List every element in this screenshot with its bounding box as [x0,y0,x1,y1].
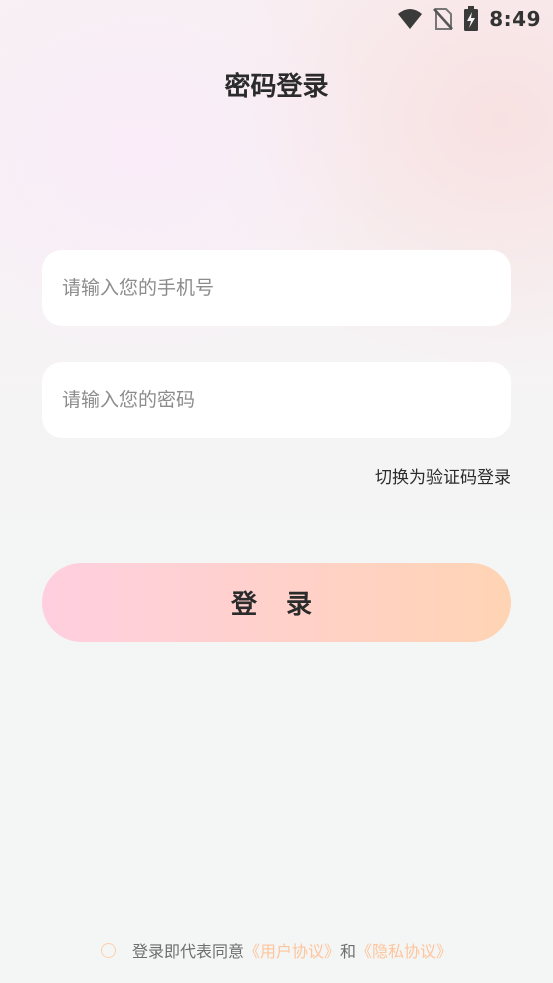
agreement-conjunction: 和 [340,942,357,961]
status-time: 8:49 [489,7,541,31]
agreement-row: 登录即代表同意 《用户协议》 和 《隐私协议》 [0,938,553,962]
agreement-prefix: 登录即代表同意 [131,942,244,961]
switch-to-code-login-link[interactable]: 切换为验证码登录 [375,463,511,488]
phone-input[interactable] [42,250,511,326]
password-input[interactable] [42,362,511,438]
wifi-icon [397,8,423,30]
user-agreement-link[interactable]: 《用户协议》 [244,938,340,962]
battery-charging-icon [463,6,479,32]
agreement-checkbox[interactable] [100,942,116,958]
phone-input-card [42,250,511,326]
privacy-policy-link[interactable]: 《隐私协议》 [356,938,452,962]
password-input-card [42,362,511,438]
no-sim-icon [433,7,454,31]
page-title: 密码登录 [224,72,329,102]
login-button[interactable]: 登 录 [42,563,511,642]
status-bar: 8:49 [397,0,541,38]
